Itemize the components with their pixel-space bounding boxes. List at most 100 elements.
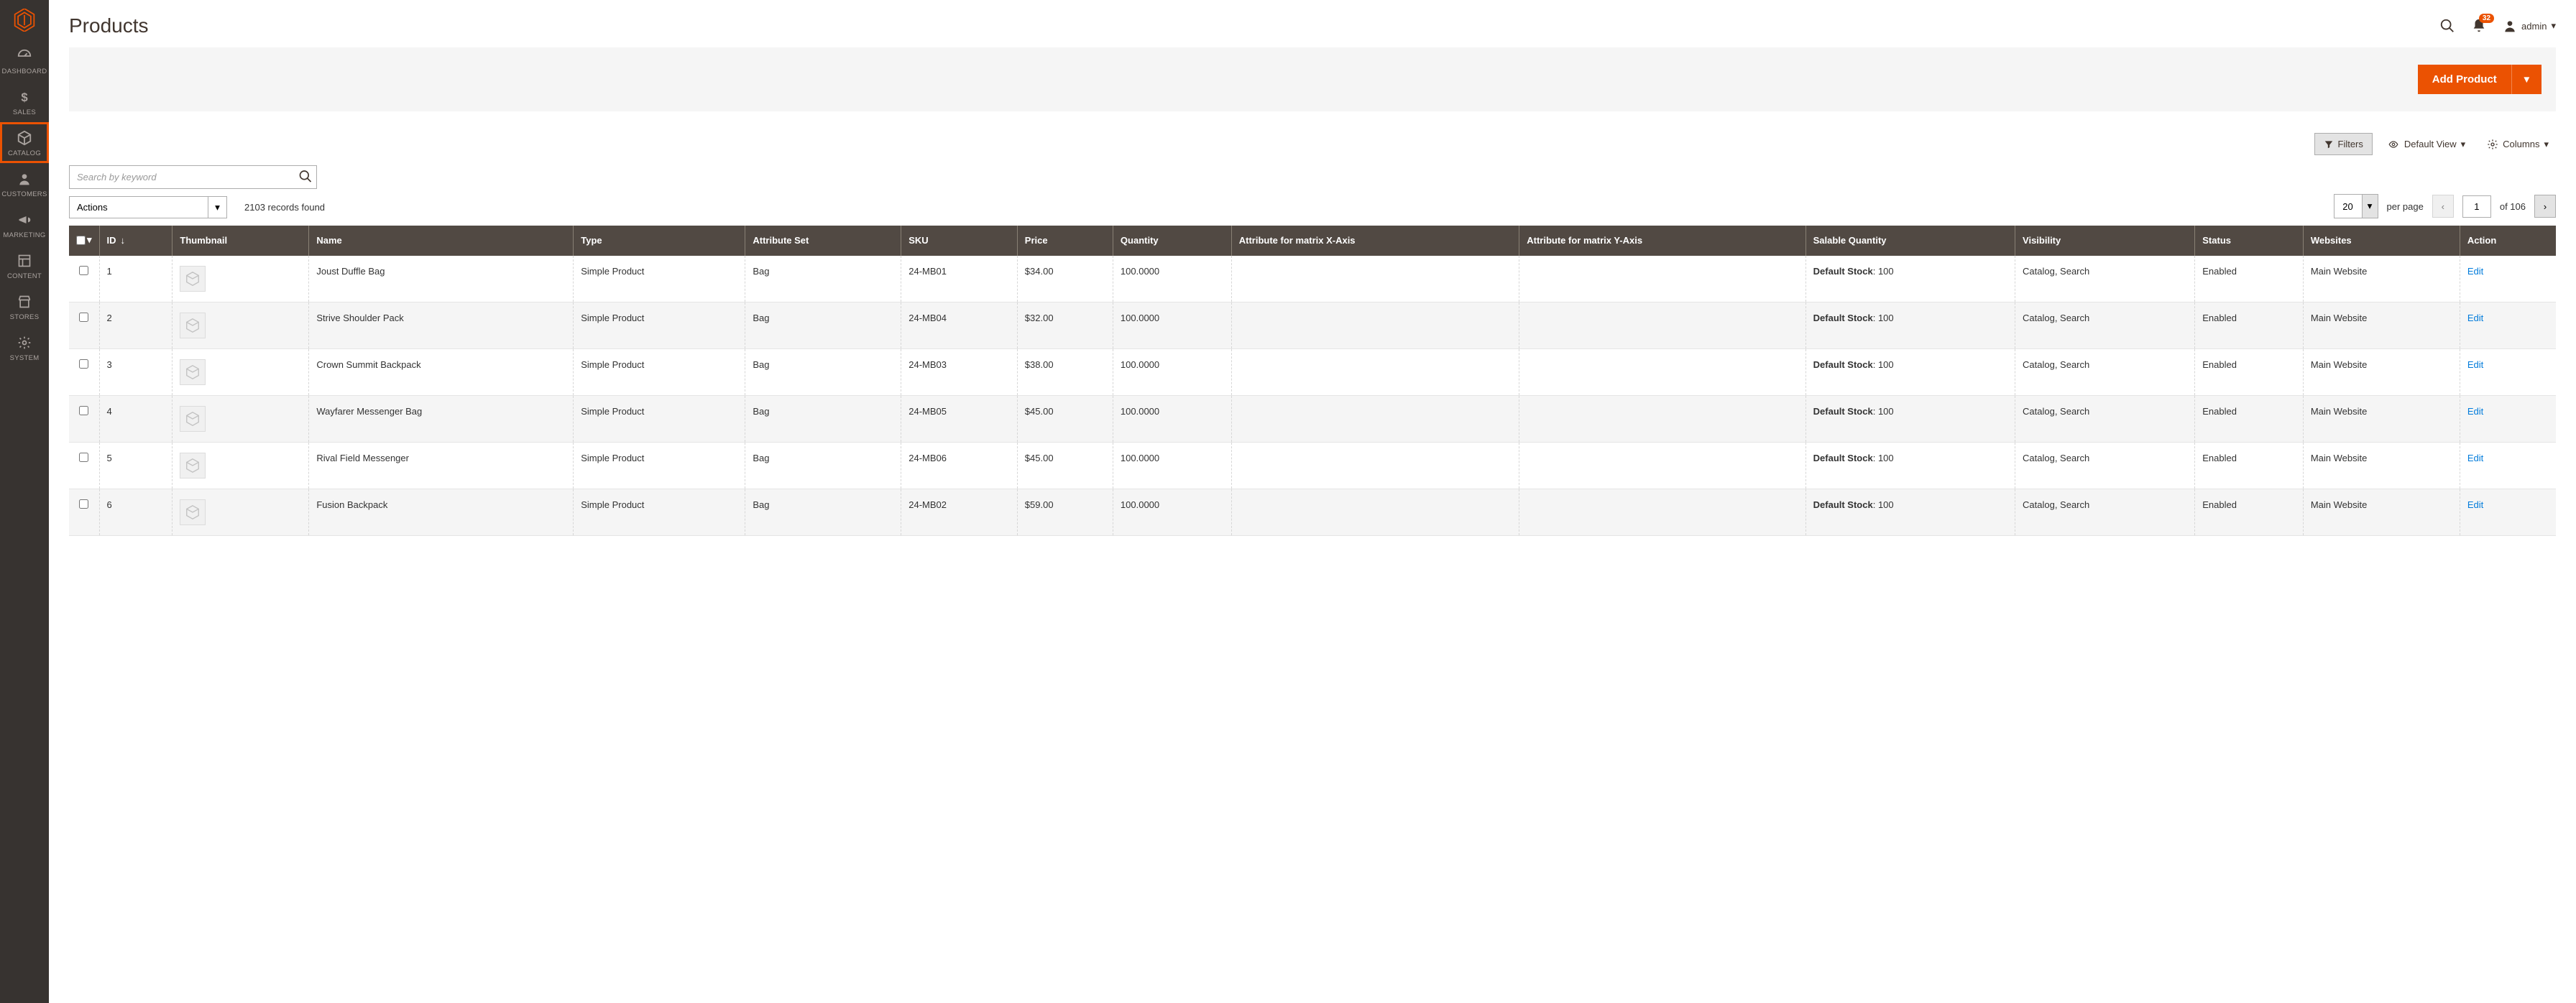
add-product-button[interactable]: Add Product xyxy=(2418,65,2511,94)
default-view-button[interactable]: Default View ▾ xyxy=(2380,134,2472,155)
page-input[interactable] xyxy=(2462,195,2491,218)
sidebar-item-stores[interactable]: STORES xyxy=(0,286,49,327)
cell-id: 1 xyxy=(99,256,172,302)
edit-link[interactable]: Edit xyxy=(2467,359,2483,370)
edit-link[interactable]: Edit xyxy=(2467,453,2483,463)
cell-attr-x xyxy=(1231,395,1519,442)
col-visibility[interactable]: Visibility xyxy=(2015,226,2195,256)
next-page-button[interactable]: › xyxy=(2534,195,2556,218)
sidebar-item-content[interactable]: CONTENT xyxy=(0,245,49,286)
cell-websites: Main Website xyxy=(2303,442,2460,489)
keyword-search xyxy=(69,165,317,189)
per-page-toggle[interactable]: ▾ xyxy=(2363,194,2378,218)
search-input[interactable] xyxy=(69,165,317,189)
cell-id: 2 xyxy=(99,302,172,348)
cell-websites: Main Website xyxy=(2303,348,2460,395)
person-icon xyxy=(17,170,32,188)
sidebar-item-sales[interactable]: $ SALES xyxy=(0,81,49,122)
bulk-actions-button[interactable]: Actions xyxy=(69,196,208,218)
col-salable[interactable]: Salable Quantity xyxy=(1806,226,2015,256)
col-attribute-set[interactable]: Attribute Set xyxy=(745,226,901,256)
svg-text:$: $ xyxy=(21,91,28,104)
products-grid: ▾ ID↓ Thumbnail Name Type Attribute Set … xyxy=(69,226,2556,536)
table-row[interactable]: 4 Wayfarer Messenger Bag Simple Product … xyxy=(69,395,2556,442)
col-checkbox[interactable]: ▾ xyxy=(69,226,99,256)
user-menu-button[interactable]: admin ▾ xyxy=(2503,19,2556,33)
bulk-actions-toggle[interactable]: ▾ xyxy=(208,196,227,218)
sidebar-item-marketing[interactable]: MARKETING xyxy=(0,204,49,245)
row-checkbox[interactable] xyxy=(79,266,88,275)
select-all-checkbox[interactable] xyxy=(76,236,86,245)
row-checkbox[interactable] xyxy=(79,453,88,462)
col-attr-x[interactable]: Attribute for matrix X-Axis xyxy=(1231,226,1519,256)
chevron-right-icon: › xyxy=(2544,201,2547,212)
sidebar-item-dashboard[interactable]: DASHBOARD xyxy=(0,40,49,81)
thumbnail-placeholder xyxy=(180,359,206,385)
search-submit-button[interactable] xyxy=(298,169,313,185)
table-row[interactable]: 1 Joust Duffle Bag Simple Product Bag 24… xyxy=(69,256,2556,302)
sidebar-item-label: SALES xyxy=(13,108,36,116)
row-checkbox[interactable] xyxy=(79,313,88,322)
cell-sku: 24-MB04 xyxy=(901,302,1018,348)
cell-name: Wayfarer Messenger Bag xyxy=(309,395,574,442)
prev-page-button[interactable]: ‹ xyxy=(2432,195,2454,218)
cell-websites: Main Website xyxy=(2303,256,2460,302)
table-row[interactable]: 6 Fusion Backpack Simple Product Bag 24-… xyxy=(69,489,2556,535)
user-label: admin xyxy=(2521,21,2547,32)
cell-thumbnail xyxy=(172,395,309,442)
col-status[interactable]: Status xyxy=(2195,226,2304,256)
cell-attribute-set: Bag xyxy=(745,442,901,489)
sidebar-item-catalog[interactable]: CATALOG xyxy=(0,122,49,163)
cell-quantity: 100.0000 xyxy=(1113,395,1231,442)
table-row[interactable]: 3 Crown Summit Backpack Simple Product B… xyxy=(69,348,2556,395)
edit-link[interactable]: Edit xyxy=(2467,499,2483,510)
table-row[interactable]: 2 Strive Shoulder Pack Simple Product Ba… xyxy=(69,302,2556,348)
cell-thumbnail xyxy=(172,348,309,395)
page-title: Products xyxy=(69,14,149,37)
row-checkbox[interactable] xyxy=(79,406,88,415)
thumbnail-placeholder xyxy=(180,406,206,432)
columns-button[interactable]: Columns ▾ xyxy=(2480,134,2556,155)
col-websites[interactable]: Websites xyxy=(2303,226,2460,256)
cell-quantity: 100.0000 xyxy=(1113,348,1231,395)
select-all-dropdown[interactable]: ▾ xyxy=(87,234,92,246)
cell-visibility: Catalog, Search xyxy=(2015,348,2195,395)
filters-button[interactable]: Filters xyxy=(2314,133,2373,155)
magento-logo[interactable] xyxy=(0,0,49,40)
cell-attribute-set: Bag xyxy=(745,348,901,395)
col-attr-y[interactable]: Attribute for matrix Y-Axis xyxy=(1519,226,1806,256)
add-product-dropdown-toggle[interactable]: ▼ xyxy=(2511,65,2542,94)
cell-name: Strive Shoulder Pack xyxy=(309,302,574,348)
col-sku[interactable]: SKU xyxy=(901,226,1018,256)
thumbnail-placeholder xyxy=(180,499,206,525)
col-type[interactable]: Type xyxy=(574,226,745,256)
col-action[interactable]: Action xyxy=(2460,226,2556,256)
row-checkbox[interactable] xyxy=(79,499,88,509)
sidebar-item-label: MARKETING xyxy=(3,231,45,239)
sidebar-item-system[interactable]: SYSTEM xyxy=(0,327,49,368)
cell-attr-y xyxy=(1519,348,1806,395)
per-page-input[interactable] xyxy=(2334,194,2363,218)
col-name[interactable]: Name xyxy=(309,226,574,256)
col-quantity[interactable]: Quantity xyxy=(1113,226,1231,256)
cell-websites: Main Website xyxy=(2303,489,2460,535)
edit-link[interactable]: Edit xyxy=(2467,266,2483,277)
row-checkbox[interactable] xyxy=(79,359,88,369)
cell-salable: Default Stock: 100 xyxy=(1806,302,2015,348)
table-row[interactable]: 5 Rival Field Messenger Simple Product B… xyxy=(69,442,2556,489)
col-thumbnail[interactable]: Thumbnail xyxy=(172,226,309,256)
of-pages-label: of 106 xyxy=(2500,201,2526,212)
bulk-actions-select: Actions ▾ xyxy=(69,196,227,218)
notifications-button[interactable]: 32 xyxy=(2471,18,2487,34)
sidebar-item-label: CUSTOMERS xyxy=(1,190,47,198)
col-price[interactable]: Price xyxy=(1017,226,1113,256)
grid-toolbar-top: Filters Default View ▾ Columns ▾ xyxy=(69,133,2556,155)
global-search-button[interactable] xyxy=(2439,18,2455,34)
cell-quantity: 100.0000 xyxy=(1113,302,1231,348)
edit-link[interactable]: Edit xyxy=(2467,406,2483,417)
sidebar-item-customers[interactable]: CUSTOMERS xyxy=(0,163,49,204)
records-found-label: 2103 records found xyxy=(244,202,325,213)
col-id[interactable]: ID↓ xyxy=(99,226,172,256)
store-icon xyxy=(17,293,32,310)
edit-link[interactable]: Edit xyxy=(2467,313,2483,323)
